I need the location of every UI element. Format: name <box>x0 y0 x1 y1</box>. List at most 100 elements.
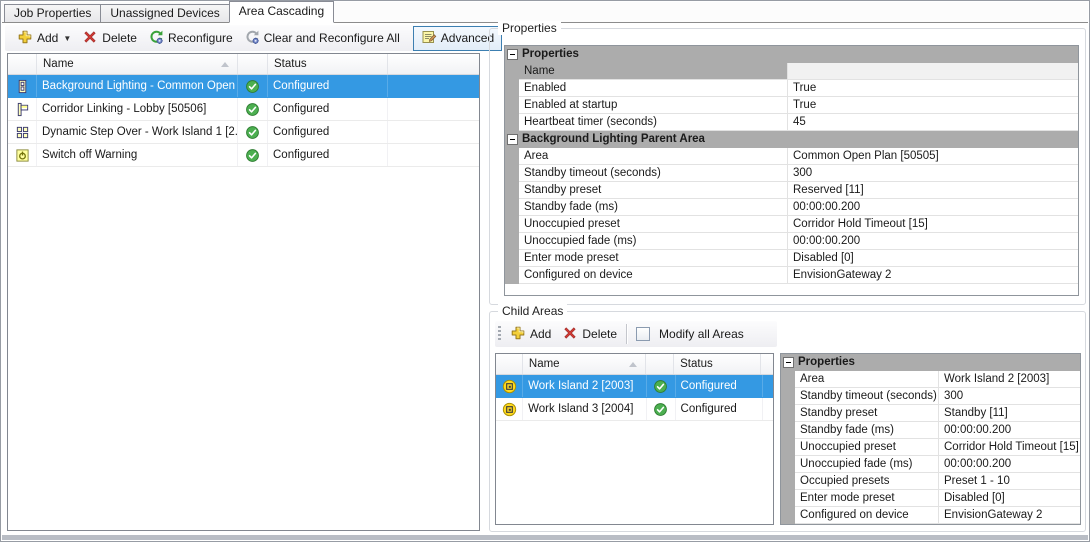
toolbar-grip[interactable] <box>498 326 501 342</box>
property-row[interactable]: Configured on device EnvisionGateway 2 <box>505 267 1078 284</box>
child-areas-list: Name Status Work Island 2 [2003] Configur… <box>495 353 774 525</box>
property-row[interactable]: Standby timeout (seconds) 300 <box>781 388 1080 405</box>
property-value[interactable]: 00:00:00.200 <box>788 233 1078 250</box>
sort-ascending-icon <box>629 361 638 367</box>
property-value[interactable]: Disabled [0] <box>939 490 1080 507</box>
switch-off-warning-icon <box>8 144 37 166</box>
grid-gutter <box>781 422 795 439</box>
property-row[interactable]: Enter mode preset Disabled [0] <box>505 250 1078 267</box>
child-add-button[interactable]: Add <box>505 322 556 347</box>
property-row[interactable]: Enabled at startup True <box>505 97 1078 114</box>
property-row[interactable]: Occupied presets Preset 1 - 10 <box>781 473 1080 490</box>
status-column-header[interactable]: Status <box>674 354 761 374</box>
status-icon-column-header[interactable] <box>238 54 268 74</box>
list-row[interactable]: Switch off Warning Configured <box>8 144 479 167</box>
property-row[interactable]: Standby preset Standby [11] <box>781 405 1080 422</box>
collapse-icon[interactable] <box>782 357 794 368</box>
name-column-header[interactable]: Name <box>523 354 647 374</box>
grid-gutter <box>505 250 519 267</box>
property-label: Standby preset <box>519 182 788 199</box>
tab-area-cascading[interactable]: Area Cascading <box>228 1 335 23</box>
grid-gutter <box>781 388 795 405</box>
property-row[interactable]: Unoccupied fade (ms) 00:00:00.200 <box>505 233 1078 250</box>
status-ok-icon <box>647 375 676 397</box>
property-value[interactable]: 300 <box>939 388 1080 405</box>
list-row[interactable]: Background Lighting - Common Open ... Con… <box>8 75 479 98</box>
property-label: Enter mode preset <box>519 250 788 267</box>
grid-gutter <box>505 267 519 284</box>
property-row[interactable]: Unoccupied fade (ms) 00:00:00.200 <box>781 456 1080 473</box>
property-row[interactable]: Standby fade (ms) 00:00:00.200 <box>505 199 1078 216</box>
property-row[interactable]: Name <box>505 63 1078 80</box>
grid-gutter <box>505 148 519 165</box>
icon-column-header[interactable] <box>8 54 37 74</box>
property-row[interactable]: Enabled True <box>505 80 1078 97</box>
property-row[interactable]: Standby fade (ms) 00:00:00.200 <box>781 422 1080 439</box>
property-row[interactable]: Enter mode preset Disabled [0] <box>781 490 1080 507</box>
list-row[interactable]: Dynamic Step Over - Work Island 1 [2... C… <box>8 121 479 144</box>
category-label: Background Lighting Parent Area <box>522 133 705 145</box>
property-value[interactable]: 00:00:00.200 <box>788 199 1078 216</box>
grid-gutter <box>505 131 519 148</box>
property-row[interactable]: Area Common Open Plan [50505] <box>505 148 1078 165</box>
property-value[interactable] <box>788 63 1078 80</box>
property-value[interactable]: 300 <box>788 165 1078 182</box>
property-row[interactable]: Area Work Island 2 [2003] <box>781 371 1080 388</box>
property-value[interactable]: True <box>788 97 1078 114</box>
property-value[interactable]: EnvisionGateway 2 <box>939 507 1080 524</box>
property-label: Standby fade (ms) <box>519 199 788 216</box>
status-icon-column-header[interactable] <box>646 354 675 374</box>
property-row[interactable]: Configured on device EnvisionGateway 2 <box>781 507 1080 524</box>
property-label: Enabled <box>519 80 788 97</box>
property-value[interactable]: Corridor Hold Timeout [15] <box>939 439 1080 456</box>
list-row[interactable]: Work Island 3 [2004] Configured <box>496 398 773 421</box>
collapse-icon[interactable] <box>506 134 518 145</box>
property-value[interactable]: Preset 1 - 10 <box>939 473 1080 490</box>
property-label: Unoccupied preset <box>795 439 939 456</box>
add-icon <box>510 325 526 344</box>
property-value[interactable]: Work Island 2 [2003] <box>939 371 1080 388</box>
row-status: Configured <box>676 375 763 397</box>
property-row[interactable]: Standby preset Reserved [11] <box>505 182 1078 199</box>
property-value[interactable]: EnvisionGateway 2 <box>788 267 1078 284</box>
property-row[interactable]: Standby timeout (seconds) 300 <box>505 165 1078 182</box>
tab-job-properties[interactable]: Job Properties <box>4 4 102 22</box>
tab-unassigned-devices[interactable]: Unassigned Devices <box>100 4 230 22</box>
list-row[interactable]: Work Island 2 [2003] Configured <box>496 375 773 398</box>
reconfigure-button[interactable]: Reconfigure <box>143 26 238 51</box>
property-row[interactable]: Unoccupied preset Corridor Hold Timeout [… <box>505 216 1078 233</box>
property-row[interactable]: Heartbeat timer (seconds) 45 <box>505 114 1078 131</box>
status-ok-icon <box>238 75 268 97</box>
list-row[interactable]: Corridor Linking - Lobby [50506] Configur… <box>8 98 479 121</box>
add-button[interactable]: Add ▼ <box>12 26 76 51</box>
child-areas-group-title: Child Areas <box>498 304 568 318</box>
status-column-header[interactable]: Status <box>268 54 388 74</box>
child-delete-button[interactable]: Delete <box>557 322 622 347</box>
property-row[interactable]: Unoccupied preset Corridor Hold Timeout [… <box>781 439 1080 456</box>
delete-button[interactable]: Delete <box>77 26 142 51</box>
empty-column-header[interactable] <box>761 354 773 374</box>
property-value[interactable]: 00:00:00.200 <box>939 422 1080 439</box>
property-value[interactable]: 45 <box>788 114 1078 131</box>
row-status: Configured <box>268 75 388 97</box>
property-value[interactable]: Common Open Plan [50505] <box>788 148 1078 165</box>
property-value[interactable]: Corridor Hold Timeout [15] <box>788 216 1078 233</box>
grid-gutter <box>505 114 519 131</box>
name-column-header[interactable]: Name <box>37 54 238 74</box>
modify-all-areas-toggle[interactable]: Modify all Areas <box>631 324 749 344</box>
clear-and-reconfigure-all-button[interactable]: Clear and Reconfigure All <box>239 26 405 51</box>
grid-gutter <box>505 80 519 97</box>
property-value[interactable]: True <box>788 80 1078 97</box>
empty-column-header[interactable] <box>388 54 479 74</box>
modify-all-checkbox[interactable] <box>636 327 651 341</box>
property-value[interactable]: Disabled [0] <box>788 250 1078 267</box>
grid-gutter <box>781 405 795 422</box>
property-label: Enabled at startup <box>519 97 788 114</box>
collapse-icon[interactable] <box>506 49 518 60</box>
status-ok-icon <box>238 98 268 120</box>
grid-gutter <box>781 371 795 388</box>
property-value[interactable]: 00:00:00.200 <box>939 456 1080 473</box>
icon-column-header[interactable] <box>496 354 523 374</box>
property-value[interactable]: Reserved [11] <box>788 182 1078 199</box>
property-value[interactable]: Standby [11] <box>939 405 1080 422</box>
